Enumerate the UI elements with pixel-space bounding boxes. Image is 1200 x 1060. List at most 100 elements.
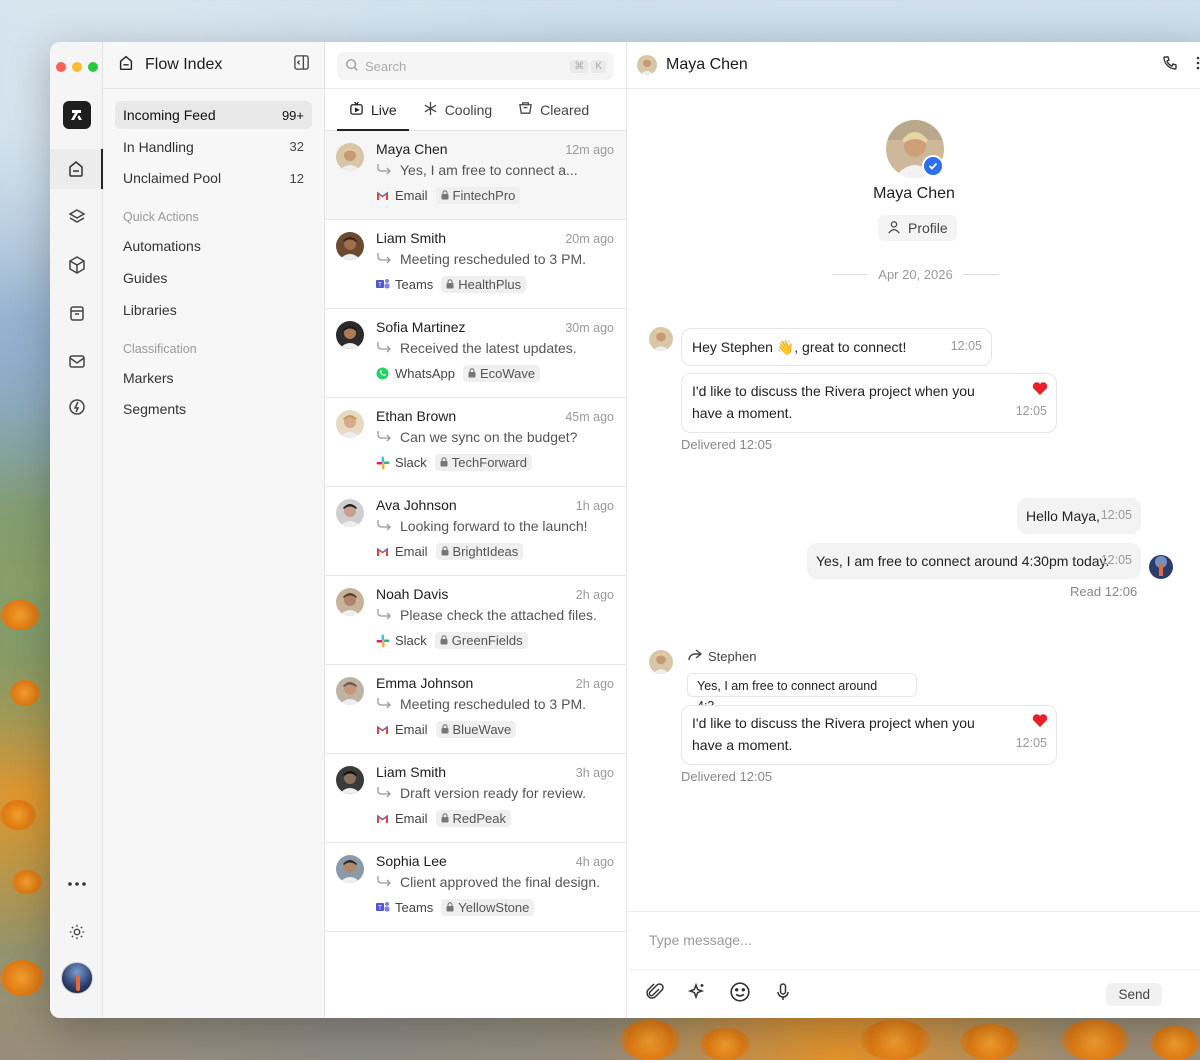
navigation-panel: Flow Index Incoming Feed 99+ In Handling…: [103, 42, 325, 1018]
conversation-item[interactable]: Ava Johnson 1h ago Looking forward to the …: [325, 487, 626, 576]
org-tag[interactable]: TechForward: [434, 454, 532, 471]
conversation-item[interactable]: Emma Johnson 2h ago Meeting rescheduled to…: [325, 665, 626, 754]
conversation-item[interactable]: Liam Smith 3h ago Draft version ready for …: [325, 754, 626, 843]
phone-icon[interactable]: [1162, 55, 1178, 76]
contact-avatar: [336, 677, 364, 705]
org-tag[interactable]: GreenFields: [434, 632, 528, 649]
contact-avatar[interactable]: [637, 55, 657, 75]
sparkle-icon[interactable]: [687, 982, 707, 1007]
org-tag[interactable]: BrightIdeas: [435, 543, 524, 560]
quoted-message[interactable]: Yes, I am free to connect around 4:3...: [687, 673, 917, 713]
heart-reaction-icon[interactable]: [1030, 712, 1050, 730]
maximize-window-button[interactable]: [88, 62, 98, 72]
timestamp: 1h ago: [575, 499, 614, 513]
heart-reaction-icon[interactable]: [1030, 380, 1050, 398]
org-name: HealthPlus: [458, 277, 522, 292]
live-icon: [349, 101, 364, 119]
message-input[interactable]: Type message...: [649, 932, 752, 948]
message-text: Hey Stephen 👋, great to connect!: [692, 339, 907, 355]
org-tag[interactable]: YellowStone: [441, 899, 535, 916]
home-icon: [117, 54, 135, 77]
nav-item-unclaimed-pool[interactable]: Unclaimed Pool 12: [115, 164, 312, 192]
gear-icon[interactable]: [50, 912, 103, 952]
nav-item-count: 99+: [281, 107, 304, 123]
timestamp: 20m ago: [565, 232, 614, 246]
chat-header: Maya Chen: [627, 42, 1200, 89]
tab-cooling[interactable]: Cooling: [411, 89, 504, 130]
bolt-icon[interactable]: [50, 387, 103, 427]
message-text: I'd like to discuss the Rivera project w…: [692, 383, 975, 421]
mail-icon[interactable]: [50, 341, 103, 381]
archive-icon[interactable]: [50, 293, 103, 333]
emoji-icon[interactable]: [729, 981, 751, 1008]
org-tag[interactable]: BlueWave: [435, 721, 517, 738]
message-bubble[interactable]: Yes, I am free to connect around 4:30pm …: [807, 543, 1141, 579]
org-tag[interactable]: RedPeak: [435, 810, 511, 827]
channel-label: Email: [395, 544, 428, 559]
nav-item-libraries[interactable]: Libraries: [115, 296, 312, 324]
org-name: BrightIdeas: [452, 544, 519, 559]
nav-item-in-handling[interactable]: In Handling 32: [115, 133, 312, 161]
send-button[interactable]: Send: [1106, 982, 1162, 1006]
section-heading-classification: Classification: [123, 341, 197, 356]
composer-toolbar: Send: [627, 969, 1200, 1018]
message-preview: Meeting rescheduled to 3 PM.: [400, 696, 586, 712]
org-name: BlueWave: [452, 722, 512, 737]
reply-arrow-icon: [376, 251, 392, 267]
message-preview: Client approved the final design.: [400, 874, 601, 890]
message-bubble[interactable]: I'd like to discuss the Rivera project w…: [681, 705, 1057, 765]
conversation-item[interactable]: Ethan Brown 45m ago Can we sync on the bud…: [325, 398, 626, 487]
timestamp: 45m ago: [565, 410, 614, 424]
org-tag[interactable]: EcoWave: [462, 365, 541, 382]
lock-icon: [468, 366, 476, 381]
message-bubble[interactable]: Hello Maya, 12:05: [1017, 498, 1141, 534]
user-avatar[interactable]: [61, 962, 93, 994]
nav-item-automations[interactable]: Automations: [115, 232, 312, 260]
sidebar-toggle-icon[interactable]: [293, 54, 310, 76]
timestamp: 3h ago: [575, 766, 614, 780]
conversation-item[interactable]: Sofia Martinez 30m ago Received the latest…: [325, 309, 626, 398]
org-tag[interactable]: FintechPro: [435, 187, 521, 204]
nav-item-guides[interactable]: Guides: [115, 264, 312, 292]
nav-item-markers[interactable]: Markers: [115, 364, 312, 392]
nav-item-label: Guides: [123, 270, 168, 287]
lock-icon: [441, 722, 449, 737]
user-avatar: [1149, 555, 1173, 579]
message-bubble[interactable]: I'd like to discuss the Rivera project w…: [681, 373, 1057, 433]
lock-icon: [441, 544, 449, 559]
message-bubble[interactable]: Hey Stephen 👋, great to connect! 12:05: [681, 328, 992, 366]
tab-live[interactable]: Live: [337, 89, 409, 131]
channel-label: Teams: [395, 900, 434, 915]
delivery-status: Delivered 12:05: [681, 437, 773, 452]
contact-avatar: [336, 588, 364, 616]
org-name: YellowStone: [458, 900, 530, 915]
conversation-item[interactable]: Liam Smith 20m ago Meeting rescheduled to …: [325, 220, 626, 309]
home-icon[interactable]: [50, 149, 103, 189]
contact-avatar: [336, 855, 364, 883]
email-icon: [376, 812, 389, 825]
lock-icon: [446, 900, 454, 915]
tab-cleared[interactable]: Cleared: [506, 89, 601, 130]
minimize-window-button[interactable]: [72, 62, 82, 72]
conversation-item[interactable]: Maya Chen 12m ago Yes, I am free to connec…: [325, 131, 626, 220]
nav-item-segments[interactable]: Segments: [115, 395, 312, 423]
nav-item-incoming-feed[interactable]: Incoming Feed 99+: [115, 101, 312, 129]
microphone-icon[interactable]: [773, 982, 793, 1007]
layers-icon[interactable]: [50, 197, 103, 237]
channel-label: WhatsApp: [395, 366, 455, 381]
app-logo[interactable]: [63, 101, 91, 129]
contact-avatar: [649, 327, 673, 351]
message-time: 12:05: [1015, 736, 1047, 750]
profile-button[interactable]: Profile: [878, 215, 957, 241]
search-input[interactable]: Search ⌘ K: [337, 52, 614, 80]
box-icon[interactable]: [50, 245, 103, 285]
more-vertical-icon[interactable]: [1196, 56, 1200, 75]
close-window-button[interactable]: [56, 62, 66, 72]
org-tag[interactable]: HealthPlus: [441, 276, 527, 293]
conversation-item[interactable]: Sophia Lee 4h ago Client approved the fina…: [325, 843, 626, 932]
reply-arrow-icon: [376, 162, 392, 178]
paperclip-icon[interactable]: [645, 982, 665, 1007]
more-icon[interactable]: [50, 864, 103, 904]
conversation-item[interactable]: Noah Davis 2h ago Please check the attache…: [325, 576, 626, 665]
shortcut-key: ⌘: [570, 59, 589, 73]
